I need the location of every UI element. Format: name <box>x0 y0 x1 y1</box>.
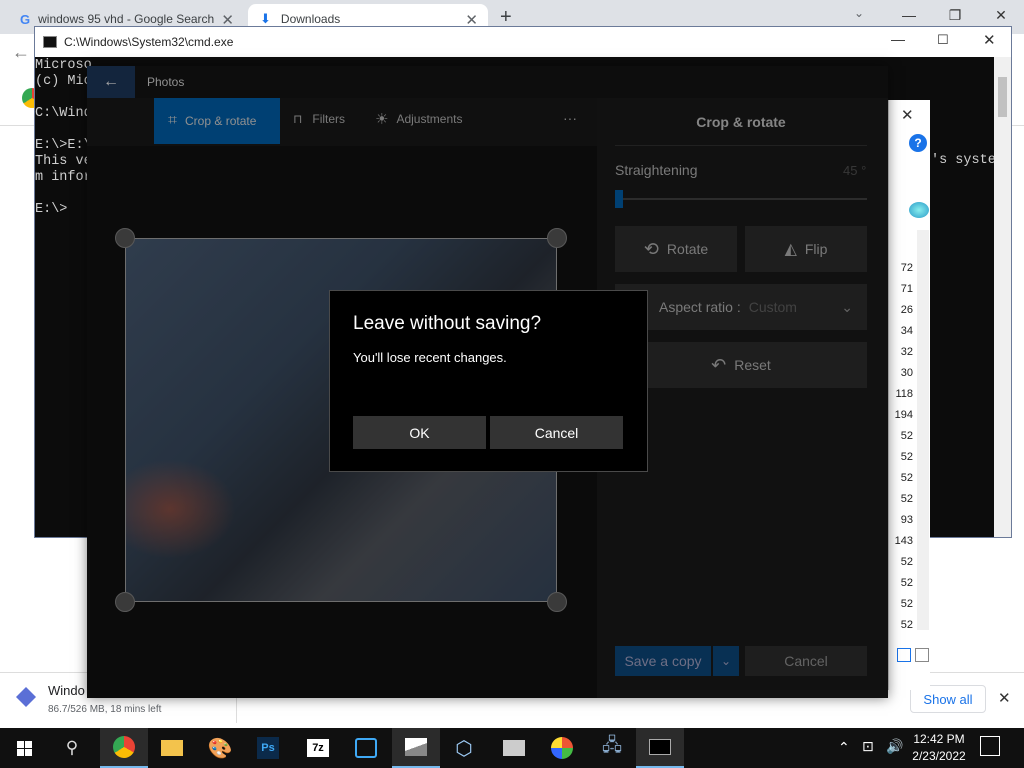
shell-icon <box>909 202 929 218</box>
taskbar-pinwheel-icon[interactable] <box>538 728 586 768</box>
taskbar: ⚲ 🎨 Ps 7z ⬡ 🖧 ⌃ ⊡ 🔊 12:42 PM 2/23/2022 <box>0 728 1024 768</box>
close-shelf-icon[interactable]: ✕ <box>998 689 1011 707</box>
dialog-title: Leave without saving? <box>353 313 542 334</box>
file-size-cell: 52 <box>900 430 913 442</box>
back-icon[interactable]: ← <box>12 42 30 63</box>
start-windows-icon[interactable] <box>0 728 48 768</box>
taskbar-7zip-icon[interactable]: 7z <box>294 728 342 768</box>
explorer-window-partial: ✕ ? 72 71 26 34 32 30 118 194 52 52 52 52 93 143 52 52 5… <box>888 100 930 690</box>
taskbar-terminal-icon[interactable] <box>636 728 684 768</box>
minimize-icon[interactable]: — <box>891 31 905 47</box>
cancel-button[interactable]: Cancel <box>490 416 623 449</box>
taskbar-chrome-icon[interactable] <box>100 728 148 768</box>
taskbar-paint-icon[interactable]: 🎨 <box>196 728 244 768</box>
volume-icon[interactable]: 🔊 <box>886 738 903 755</box>
file-size-cell: 52 <box>900 493 913 505</box>
tab-label: windows 95 vhd - Google Search <box>38 12 215 26</box>
file-size-cell: 93 <box>900 514 913 526</box>
cmd-icon <box>43 36 57 48</box>
file-size-cell: 52 <box>900 598 913 610</box>
details-view-icon[interactable] <box>897 648 911 662</box>
taskbar-virtualbox-icon[interactable]: ⬡ <box>440 728 488 768</box>
file-size-cell: 52 <box>900 556 913 568</box>
cmd-title: C:\Windows\System32\cmd.exe <box>64 35 234 49</box>
file-size-cell: 52 <box>900 472 913 484</box>
scrollbar[interactable] <box>994 57 1011 537</box>
clock-date: 2/23/2022 <box>912 749 966 763</box>
file-size-cell: 26 <box>900 304 913 316</box>
file-size-cell: 52 <box>900 451 913 463</box>
close-icon[interactable]: ✕ <box>983 31 996 49</box>
file-size-cell: 118 <box>895 388 913 400</box>
download-icon: ⬇ <box>260 11 271 26</box>
help-icon[interactable]: ? <box>909 134 927 152</box>
tab-search-icon[interactable]: ⌄ <box>854 6 864 20</box>
ok-button[interactable]: OK <box>353 416 486 449</box>
file-size-cell: 52 <box>900 619 913 631</box>
google-icon: G <box>20 11 31 27</box>
dialog-message: You'll lose recent changes. <box>353 350 507 365</box>
taskbar-tool-icon[interactable] <box>342 728 390 768</box>
file-size-cell: 194 <box>894 409 913 421</box>
file-size-cell: 72 <box>900 262 913 274</box>
network-status-icon[interactable]: ⊡ <box>862 738 874 755</box>
taskbar-photos-icon[interactable] <box>392 728 440 768</box>
file-size-cell: 30 <box>900 367 913 379</box>
file-size-cell: 71 <box>900 283 913 295</box>
cmd-titlebar: C:\Windows\System32\cmd.exe — ☐ ✕ <box>35 27 1011 57</box>
close-icon[interactable]: ✕ <box>901 106 914 124</box>
clock[interactable]: 12:42 PM 2/23/2022 <box>908 732 970 763</box>
search-icon[interactable]: ⚲ <box>48 728 96 768</box>
file-icon <box>16 687 36 707</box>
taskbar-file-explorer-icon[interactable] <box>148 728 196 768</box>
file-size-cell: 143 <box>894 535 913 547</box>
taskbar-network-icon[interactable]: 🖧 <box>588 728 636 768</box>
scrollbar[interactable] <box>917 230 929 630</box>
download-status: 86.7/526 MB, 18 mins left <box>48 704 162 715</box>
show-hidden-icons-icon[interactable]: ⌃ <box>838 739 850 756</box>
notifications-icon[interactable] <box>980 736 1000 756</box>
taskbar-disk-icon[interactable] <box>490 728 538 768</box>
leave-without-saving-dialog: Leave without saving? You'll lose recent… <box>329 290 648 472</box>
file-size-cell: 52 <box>900 577 913 589</box>
download-name[interactable]: Windo <box>48 683 85 698</box>
scrollbar-thumb[interactable] <box>998 77 1007 117</box>
clock-time: 12:42 PM <box>913 732 965 746</box>
file-size-cell: 34 <box>900 325 913 337</box>
maximize-icon[interactable]: ☐ <box>937 32 949 48</box>
tab-label: Downloads <box>280 12 341 26</box>
taskbar-photoshop-icon[interactable]: Ps <box>244 728 292 768</box>
file-size-cell: 32 <box>900 346 913 358</box>
console-text-right: 's syste <box>931 153 996 168</box>
tiles-view-icon[interactable] <box>915 648 929 662</box>
